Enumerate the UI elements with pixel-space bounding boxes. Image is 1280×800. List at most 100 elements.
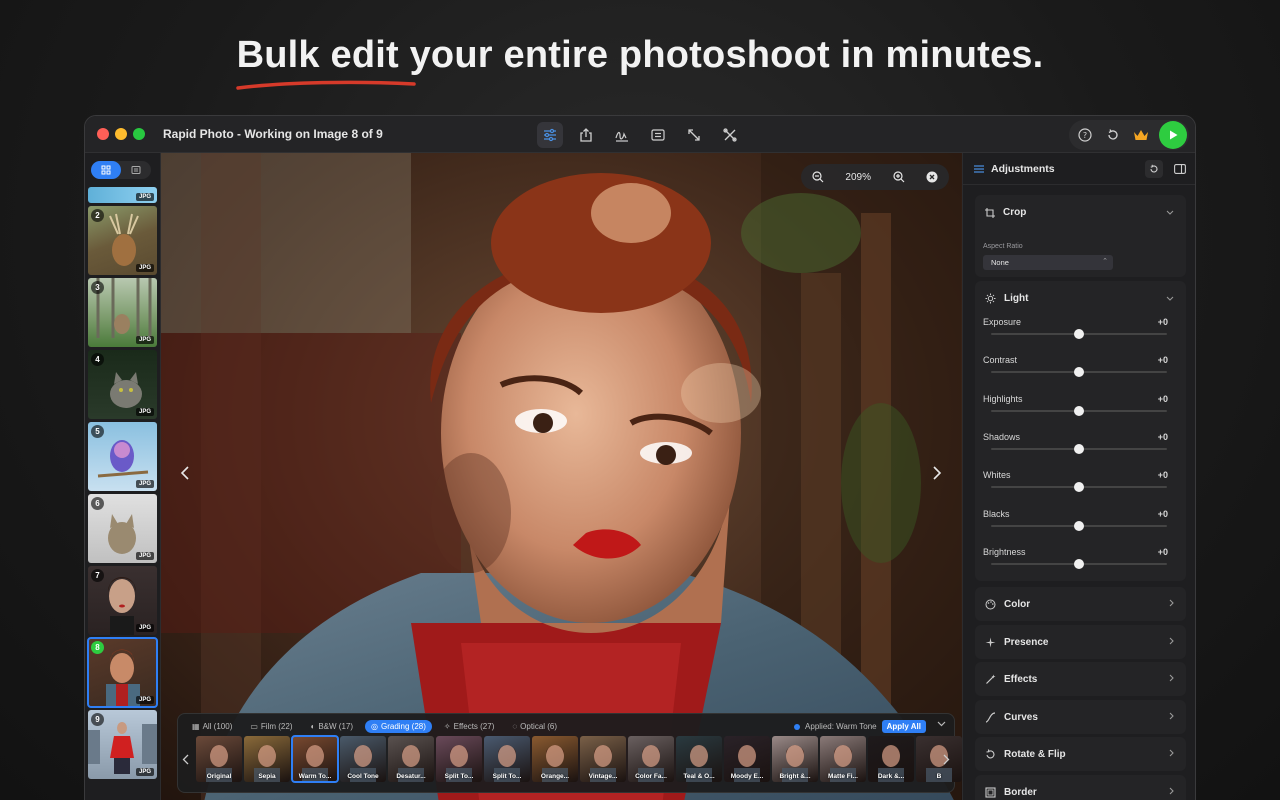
tab-label: Film (22) [260,721,293,731]
preset-item[interactable]: Sepia [244,736,290,782]
preset-label: Color Fa... [635,773,667,780]
preset-item[interactable]: Split To... [484,736,530,782]
thumbnail-7[interactable]: 7 JPG [88,566,157,635]
slider-brightness: Brightness +0 [983,547,1176,585]
preset-item[interactable]: Moody E... [724,736,770,782]
thumbnail-4[interactable]: 4 JPG [88,350,157,419]
preset-item[interactable]: Orange... [532,736,578,782]
chevron-left-icon [182,754,189,765]
preset-label: Matte Fi... [828,773,858,780]
share-button[interactable] [573,122,599,148]
color-section[interactable]: Color [975,587,1186,621]
preset-item[interactable]: Dark &... [868,736,914,782]
crop-collapse[interactable] [1166,207,1174,217]
apply-all-button[interactable]: Apply All [881,720,926,733]
applied-status: Applied: Warm Tone Apply All [794,720,926,733]
export-button[interactable] [1159,121,1187,149]
border-section[interactable]: Border [975,775,1186,800]
format-badge: JPG [135,768,154,776]
thumbnail-5[interactable]: 5 JPG [88,422,157,491]
grid-view-button[interactable] [91,161,121,179]
presets-scroll-right[interactable] [943,754,950,768]
preset-label: Original [206,773,232,780]
thumbnail-9[interactable]: 9 JPG [88,710,157,779]
previous-image-button[interactable] [175,461,195,485]
collapse-presets-button[interactable] [937,719,946,729]
thumbnail-6[interactable]: 6 JPG [88,494,157,563]
preset-item[interactable]: Teal & O... [676,736,722,782]
preset-item[interactable]: Warm To... [291,735,339,783]
adjustments-button[interactable] [537,122,563,148]
preset-label: Warm To... [298,773,332,780]
metadata-button[interactable] [645,122,671,148]
chevron-left-icon [180,466,189,480]
zoom-out-icon[interactable] [812,171,824,183]
light-collapse[interactable] [1166,293,1174,303]
image-canvas[interactable]: 209% ▦ All (100) ▭ Film (22) ◐ B&W (17) ◎ Gradi… [161,153,962,800]
crop-header[interactable]: Crop [985,207,1026,218]
preset-item[interactable]: Desatur... [388,736,434,782]
light-header[interactable]: Light [985,293,1028,304]
preset-item[interactable]: Original [196,736,242,782]
slider-handle[interactable] [1074,443,1084,454]
slider-handle[interactable] [1074,329,1084,339]
effects-section[interactable]: Effects [975,662,1186,697]
preset-tab[interactable]: ◌ Optical (6) [506,720,563,733]
preset-tab[interactable]: ✧ Effects (27) [438,720,500,733]
applied-text: Applied: Warm Tone [805,722,877,731]
preset-item[interactable]: Color Fa... [628,736,674,782]
preset-tab[interactable]: ◐ B&W (17) [304,720,359,733]
thumbnail-2[interactable]: 2 JPG [88,206,157,275]
section-header: Rotate & Flip [985,749,1066,760]
border-icon [985,787,996,798]
rotate-flip-section[interactable]: Rotate & Flip [975,737,1186,772]
curves-section[interactable]: Curves [975,699,1186,734]
tools-icon [723,128,737,142]
thumbnail-8[interactable]: 8 JPG [87,637,158,708]
signature-button[interactable] [609,122,635,148]
next-image-button[interactable] [927,461,947,485]
slider-value: +0 [1157,317,1168,327]
thumbnail-1[interactable]: JPG [88,187,157,203]
premium-button[interactable] [1131,125,1151,145]
thumbnail-3[interactable]: 3 JPG [88,278,157,347]
slider-handle[interactable] [1074,482,1084,493]
reset-button[interactable] [1103,125,1123,145]
slider-value: +0 [1157,546,1168,557]
preset-item[interactable]: B [916,736,962,782]
view-toggle [91,161,151,179]
slider-handle[interactable] [1074,367,1084,378]
preset-item[interactable]: Split To... [436,736,482,782]
help-button[interactable]: ? [1075,125,1095,145]
light-title: Light [1004,293,1029,304]
list-icon [131,166,141,174]
slider-handle[interactable] [1074,520,1084,531]
close-window-button[interactable] [97,128,109,140]
preset-tab[interactable]: ◎ Grading (28) [365,719,432,733]
list-view-button[interactable] [121,161,151,179]
zoom-in-icon[interactable] [892,171,905,183]
signature-icon [615,131,628,142]
presets-scroll-left[interactable] [182,754,189,768]
chevron-right-icon [1169,674,1174,684]
panel-reset-button[interactable] [1145,160,1163,178]
preset-item[interactable]: Matte Fi... [820,736,866,782]
preset-item[interactable]: Bright &... [772,736,818,782]
sparkle-icon [985,637,996,648]
preset-tab[interactable]: ▦ All (100) [186,720,238,733]
aspect-ratio-select[interactable]: None ⌃ [983,255,1113,270]
zoom-window-button[interactable] [133,128,145,140]
close-zoom-icon[interactable] [926,171,938,183]
preset-item[interactable]: Vintage... [580,736,626,782]
resize-button[interactable] [681,122,707,148]
slider-handle[interactable] [1074,405,1084,416]
preset-tab[interactable]: ▭ Film (22) [244,720,298,733]
presence-section[interactable]: Presence [975,624,1186,659]
tools-button[interactable] [717,122,743,148]
preset-item[interactable]: Cool Tone [340,736,386,782]
slider-handle[interactable] [1074,558,1084,569]
slider-contrast: Contrast +0 [983,355,1176,393]
toggle-panel-button[interactable] [1171,160,1189,178]
minimize-window-button[interactable] [115,128,127,140]
slider-exposure: Exposure +0 [983,317,1176,355]
